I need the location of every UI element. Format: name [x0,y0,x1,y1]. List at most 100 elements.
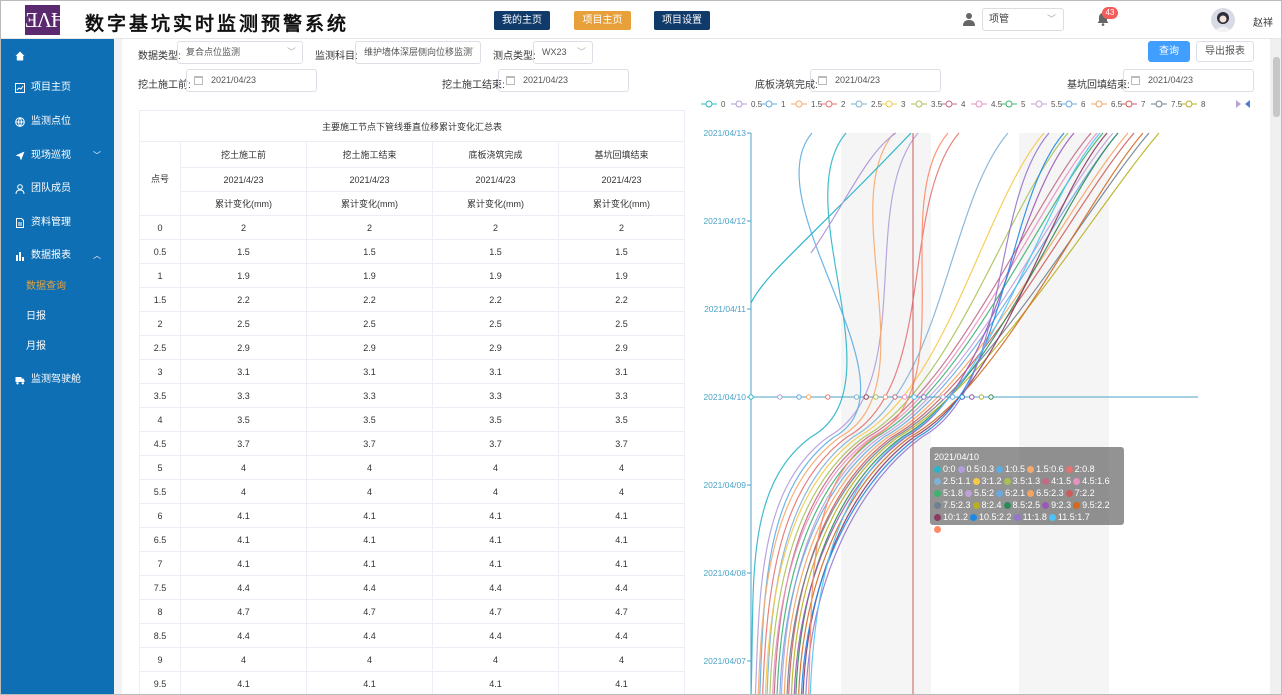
legend-marker-icon[interactable] [825,100,833,108]
vertical-scrollbar[interactable] [1270,39,1281,694]
sidebar-item-site-inspection[interactable]: 现场巡视 ﹀ [1,139,114,172]
sidebar-item-cockpit[interactable]: 监测驾驶舱 [1,363,114,396]
date-input-backfill-end[interactable]: 2021/04/23 [1123,69,1254,92]
legend-marker-icon[interactable] [1035,100,1043,108]
tooltip-item-text: 2:0.8 [1074,464,1095,474]
legend-marker-icon[interactable] [795,100,803,108]
tooltip-item-text: 3.5:1.3 [1012,476,1041,486]
scrollbar-thumb[interactable] [1273,57,1280,117]
legend-label[interactable]: 2.5 [871,100,883,109]
legend-marker-icon[interactable] [1005,100,1013,108]
data-type-select[interactable]: 复合点位监测 ﹀ [177,41,303,64]
tooltip-date: 2021/04/10 [934,452,980,462]
value-cell: 4.1 [558,671,685,694]
series-line[interactable] [750,132,848,695]
series-marker-icon [1065,490,1073,497]
legend-marker-icon[interactable] [885,100,893,108]
legend-marker-icon[interactable] [1125,100,1133,108]
legend-marker-icon[interactable] [1155,100,1163,108]
sidebar-subitem-monthly-report[interactable]: 月报 [26,340,46,354]
legend-label[interactable]: 4.5 [991,100,1003,109]
value-cell: 2.5 [306,311,433,336]
tooltip-item: 0.5:0.3 [957,463,994,475]
legend-marker-icon[interactable] [765,100,773,108]
legend-label[interactable]: 5.5 [1051,100,1063,109]
legend-marker-icon[interactable] [915,100,923,108]
bar-chart-icon [16,252,24,261]
legend-label[interactable]: 0.5 [751,100,763,109]
legend-label[interactable]: 3.5 [931,100,943,109]
legend-label[interactable]: 7 [1141,100,1146,109]
legend-label[interactable]: 3 [901,100,906,109]
user-icon [15,184,25,194]
legend-marker-icon[interactable] [975,100,983,108]
legend-next-icon[interactable] [1245,100,1250,108]
legend-label[interactable]: 1 [781,100,786,109]
project-home-button[interactable]: 项目主页 [574,11,631,30]
avatar[interactable] [1211,8,1235,32]
sidebar-item-project-home[interactable]: 项目主页 [1,71,114,104]
date-label-before-excavation: 挖土施工前: [138,80,191,91]
sidebar-subitem-daily-report[interactable]: 日报 [26,310,46,324]
query-button[interactable]: 查询 [1148,41,1190,62]
series-marker-icon [934,526,941,533]
unit-header: 累计变化(mm) [432,191,559,216]
my-home-button[interactable]: 我的主页 [494,11,550,30]
tooltip-item-text: 6.5:2.3 [1036,488,1064,498]
hover-point-marker [882,394,889,400]
role-select[interactable]: 项管 ﹀ [982,8,1064,31]
legend-marker-icon[interactable] [735,100,743,108]
sidebar-item-documents[interactable]: 资料管理 [1,206,114,239]
subject-label: 监测科目: [315,51,358,62]
date-input-excavation-end[interactable]: 2021/04/23 [498,69,629,92]
tooltip-item: 10:1.2 [934,511,968,523]
export-report-button[interactable]: 导出报表 [1196,41,1254,62]
value-cell: 4.4 [180,575,307,600]
sidebar-item-home[interactable] [1,39,114,72]
legend-label[interactable]: 1.5 [811,100,823,109]
chevron-up-icon: ︿ [93,251,101,260]
value-cell: 4 [306,455,433,480]
value-cell: 4.1 [432,527,559,552]
value-cell: 4.1 [432,671,559,694]
sidebar-item-team[interactable]: 团队成员 [1,172,114,205]
y-tick-label: 2021/04/11 [704,304,746,314]
point-cell: 3 [139,359,181,384]
legend-marker-icon[interactable] [705,100,713,108]
legend-marker-icon[interactable] [1185,100,1193,108]
value-cell: 3.7 [180,431,307,456]
legend-marker-icon[interactable] [1065,100,1073,108]
stage-header: 挖土施工前 [180,141,307,168]
legend-marker-icon[interactable] [1095,100,1103,108]
point-type-select[interactable]: WX23 ﹀ [533,41,593,64]
legend-label[interactable]: 0 [721,100,726,109]
value-cell: 2.2 [180,287,307,312]
date-input-slab-pour[interactable]: 2021/04/23 [810,69,941,92]
sidebar-item-label: 资料管理 [31,217,71,228]
tooltip-item: 8.5:2.5 [1003,499,1040,511]
legend-marker-icon[interactable] [945,100,953,108]
subject-select[interactable]: 维护墙体深层侧向位移监测 ﹀ [355,41,481,64]
stage-header: 底板浇筑完成 [432,141,559,168]
sidebar-item-reports[interactable]: 数据报表 ︿ [1,239,114,272]
y-tick-label: 2021/04/13 [703,128,746,138]
tooltip-item: 9.5:2.2 [1073,499,1110,511]
legend-label[interactable]: 4 [961,100,966,109]
legend-label[interactable]: 6 [1081,100,1086,109]
legend-prev-icon[interactable] [1236,100,1241,108]
legend-label[interactable]: 2 [841,100,846,109]
legend-label[interactable]: 5 [1021,100,1026,109]
table-row: 2.5 2.9 2.9 2.9 2.9 [139,335,685,360]
legend-label[interactable]: 7.5 [1171,100,1183,109]
date-input-before-excavation[interactable]: 2021/04/23 [186,69,317,92]
legend-marker-icon[interactable] [855,100,863,108]
sidebar-item-monitoring-points[interactable]: 监测点位 [1,105,114,138]
value-cell: 4.1 [558,527,685,552]
legend-label[interactable]: 6.5 [1111,100,1123,109]
project-settings-button[interactable]: 项目设置 [654,11,710,30]
displacement-line-chart[interactable]: 2021/04/13 2021/04/12 2021/04/11 2021/04/10… [696,93,1256,695]
legend-label[interactable]: 8 [1201,100,1206,109]
tooltip-item: 4.5:1.6 [1073,475,1110,487]
hover-point-marker [748,394,754,400]
sidebar-subitem-data-query[interactable]: 数据查询 [26,280,66,294]
